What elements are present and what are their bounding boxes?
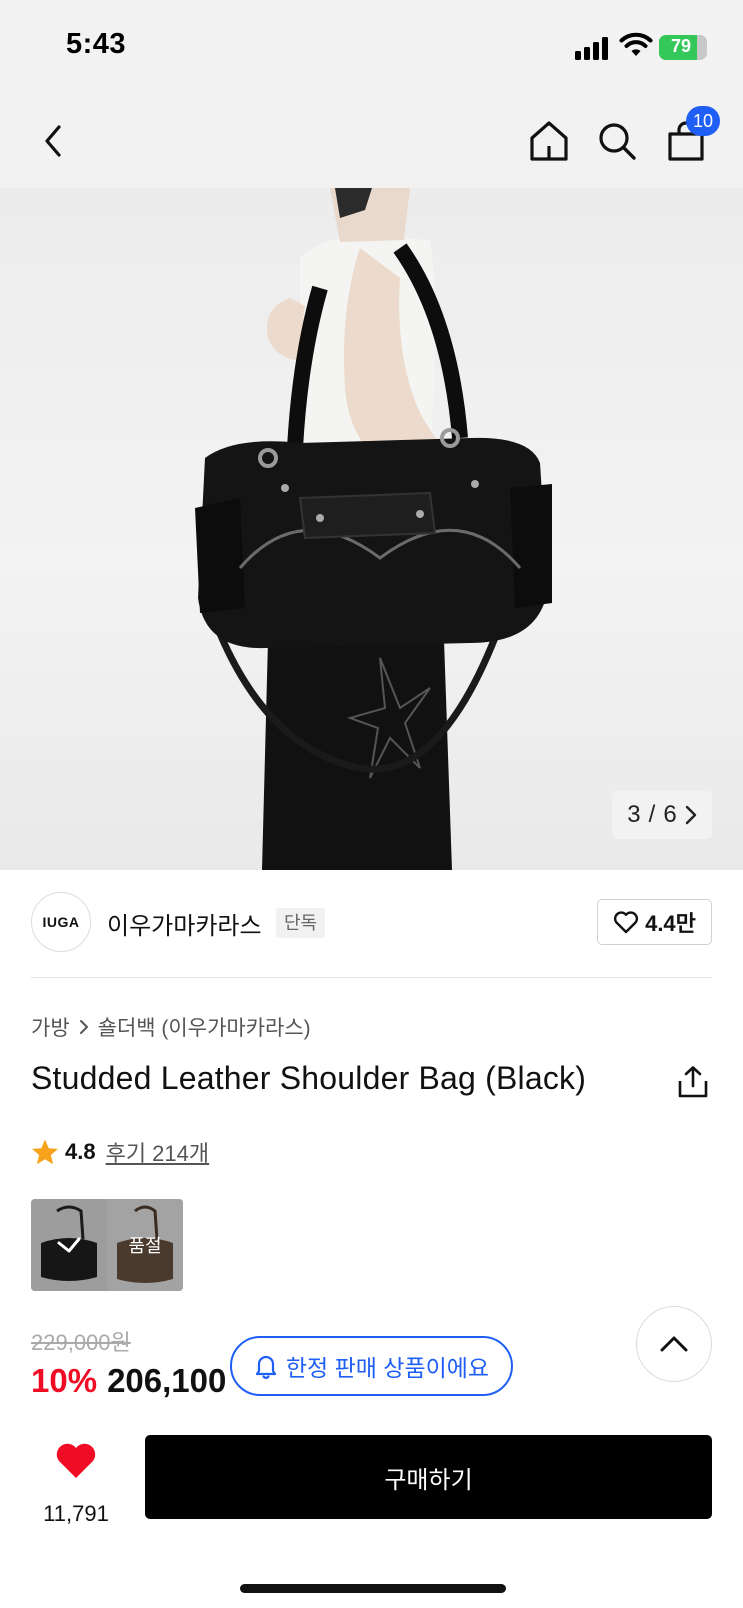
brand-name-link[interactable]: 이우가마카라스 (107, 906, 262, 941)
heart-outline-icon (614, 911, 639, 934)
battery-percent: 79 (670, 36, 692, 56)
brand-logo-text: IUGA (42, 914, 80, 930)
chevron-left-icon (45, 125, 61, 157)
breadcrumb: 가방 숄더백 (이우가마카라스) (31, 1012, 311, 1042)
rating-row: 4.8 후기 214개 (31, 1136, 209, 1168)
sale-price: 206,100 (107, 1362, 227, 1399)
product-photo (195, 188, 552, 870)
exclusive-badge: 단독 (276, 908, 326, 938)
pager-current: 3 (627, 801, 641, 828)
wifi-icon (619, 32, 653, 56)
buy-button[interactable]: 구매하기 (145, 1435, 712, 1519)
original-price: 229,000원 (31, 1330, 131, 1355)
cellular-signal-icon (575, 36, 611, 60)
swatch-black-thumbnail (31, 1199, 107, 1291)
swatch-brown-soldout[interactable]: 품절 (107, 1199, 183, 1291)
wishlist-count: 11,791 (43, 1501, 109, 1526)
battery-icon: 79 (659, 35, 707, 60)
review-count-link[interactable]: 후기 214개 (106, 1136, 210, 1168)
status-bar: 5:43 79 (0, 0, 743, 96)
swatch-black-selected[interactable] (31, 1199, 107, 1291)
chevron-right-icon (79, 1020, 88, 1034)
status-time: 5:43 (66, 28, 127, 60)
product-title: Studded Leather Shoulder Bag (Black) (31, 1060, 587, 1096)
star-icon (32, 1139, 58, 1165)
search-button[interactable] (590, 114, 644, 168)
share-icon (678, 1066, 708, 1098)
home-icon (530, 121, 568, 161)
cart-count-badge: 10 (686, 106, 720, 136)
bell-icon (255, 1355, 276, 1379)
breadcrumb-category[interactable]: 가방 (31, 1012, 70, 1042)
product-image-gallery[interactable]: 3 / 6 (0, 188, 743, 870)
brand-like-button[interactable]: 4.4만 (597, 899, 712, 945)
heart-filled-icon (56, 1443, 96, 1478)
breadcrumb-subcategory[interactable]: 숄더백 (이우가마카라스) (98, 1012, 311, 1042)
limited-sale-notice[interactable]: 한정 판매 상품이에요 (230, 1336, 513, 1396)
home-indicator (240, 1584, 506, 1593)
chevron-right-icon (685, 805, 696, 825)
cart-button[interactable]: 10 (659, 106, 720, 168)
pager-separator: / (648, 801, 656, 828)
pager-total: 6 (663, 801, 677, 828)
color-swatches: 품절 (31, 1199, 183, 1291)
bottom-action-bar: 11,791 구매하기 (0, 1410, 743, 1608)
soldout-label: 품절 (128, 1236, 162, 1256)
divider (31, 977, 712, 978)
scroll-to-top-button[interactable] (636, 1306, 712, 1382)
back-button[interactable] (27, 114, 81, 168)
chevron-up-icon (660, 1336, 688, 1352)
brand-like-count: 4.4만 (645, 911, 696, 936)
share-button[interactable] (676, 1065, 710, 1099)
top-nav: 10 (0, 96, 743, 188)
rating-value: 4.8 (65, 1139, 96, 1164)
search-icon (599, 123, 636, 160)
home-button[interactable] (522, 114, 576, 168)
gallery-pager-button[interactable]: 3 / 6 (612, 791, 712, 839)
price-row: 10% 206,100 (31, 1362, 226, 1400)
limited-sale-label: 한정 판매 상품이에요 (285, 1355, 490, 1381)
discount-rate: 10% (31, 1362, 98, 1399)
brand-logo[interactable]: IUGA (31, 892, 91, 952)
brand-row: IUGA 이우가마카라스 단독 4.4만 (31, 892, 712, 954)
wishlist-button[interactable]: 11,791 (31, 1437, 121, 1529)
